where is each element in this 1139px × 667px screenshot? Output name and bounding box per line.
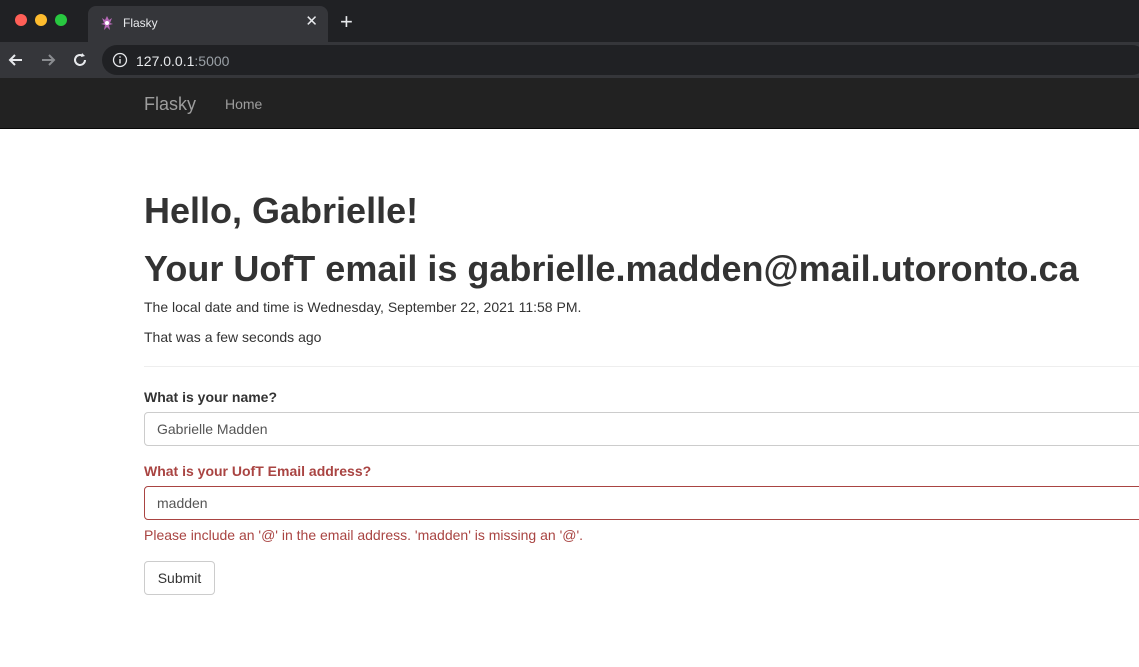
close-icon[interactable]: ✕ (305, 14, 318, 30)
name-label: What is your name? (144, 389, 278, 405)
url-text: 127.0.0.1:5000 (136, 53, 229, 69)
greeting-heading: Hello, Gabrielle! (144, 190, 419, 231)
url-port: :5000 (194, 53, 230, 69)
window-minimize-button[interactable] (35, 14, 47, 26)
reload-icon[interactable] (70, 50, 90, 70)
browser-tab[interactable]: Flasky ✕ (88, 6, 328, 42)
plus-icon[interactable]: + (340, 10, 353, 34)
submit-button[interactable]: Submit (144, 561, 215, 595)
relative-time-text: That was a few seconds ago (144, 329, 322, 345)
email-input[interactable] (144, 486, 1139, 520)
navbar-brand[interactable]: Flasky (144, 94, 196, 115)
tab-title: Flasky (123, 16, 158, 30)
email-label: What is your UofT Email address? (144, 463, 372, 479)
flask-favicon-icon (101, 16, 113, 30)
browser-toolbar: 127.0.0.1:5000 (0, 42, 1139, 78)
address-bar[interactable]: 127.0.0.1:5000 (102, 45, 1139, 75)
nav-item-home[interactable]: Home (225, 96, 262, 112)
email-heading: Your UofT email is gabrielle.madden@mail… (144, 248, 1079, 289)
divider (144, 366, 1139, 367)
info-icon[interactable] (112, 52, 128, 68)
browser-tab-bar: Flasky ✕ + (0, 0, 1139, 42)
back-arrow-icon[interactable] (6, 50, 26, 70)
forward-arrow-icon[interactable] (38, 50, 58, 70)
app-navbar: Flasky Home (0, 78, 1139, 129)
email-error-message: Please include an '@' in the email addre… (144, 527, 584, 543)
name-input[interactable] (144, 412, 1139, 446)
url-host: 127.0.0.1 (136, 53, 195, 69)
window-close-button[interactable] (15, 14, 27, 26)
window-zoom-button[interactable] (55, 14, 67, 26)
local-time-text: The local date and time is Wednesday, Se… (144, 299, 582, 315)
